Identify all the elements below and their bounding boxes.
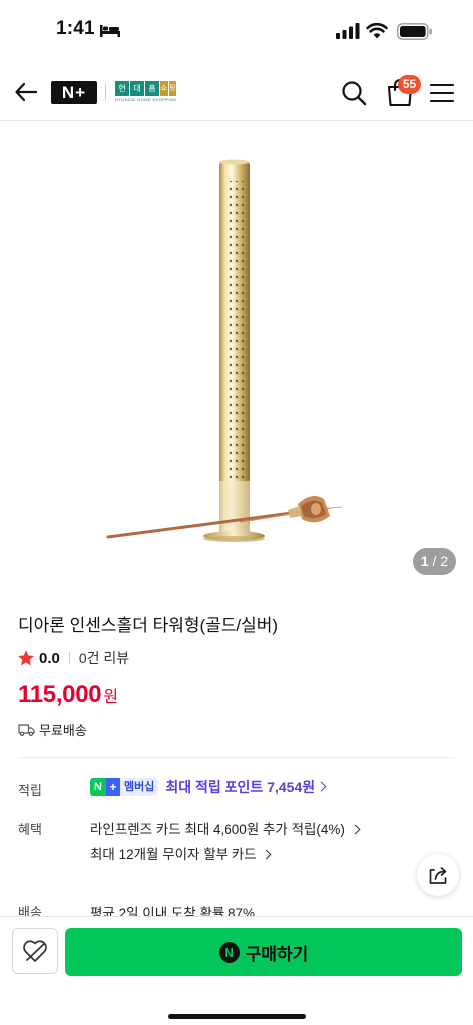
share-icon [429,867,447,884]
current-image-index: 1 [420,553,429,569]
benefits-label: 혜택 [18,822,42,837]
chevron-right-icon [350,824,361,835]
back-arrow-icon[interactable] [12,78,40,106]
badge-n: N [90,778,106,796]
installment-benefit[interactable]: 최대 12개월 무이자 할부 카드 [90,843,272,863]
logo-char: 쇼 [160,81,168,96]
chevron-right-icon [316,781,327,791]
rating-divider [68,652,70,664]
product-image[interactable] [0,121,473,586]
star-icon [18,650,34,666]
logo-char: 핑 [168,81,176,96]
shipping-info: 무료배송 [18,720,87,739]
cart-count-badge: 55 [398,75,421,94]
total-images: 2 [440,553,449,569]
logo-divider [105,84,106,100]
price-unit: 원 [103,689,119,706]
rating-score: 0.0 [39,649,60,667]
logo-char: 홈 [145,81,160,96]
naver-membership-badge: N + 멤버십 [90,778,159,796]
home-indicator [168,1014,306,1019]
image-page-indicator: 1 / 2 [413,548,456,575]
logo-char: 현 [115,81,130,96]
card-points-benefit[interactable]: 라인프렌즈 카드 최대 4,600원 추가 적립(4%) [90,818,361,838]
badge-plus: + [106,778,120,796]
shipping-text: 무료배송 [39,723,87,738]
truck-icon [18,724,35,736]
points-label: 적립 [18,783,42,798]
card-points-text: 라인프렌즈 카드 최대 4,600원 추가 적립(4%) [90,822,345,837]
image-index-separator: / [432,553,437,569]
hamburger-menu-icon[interactable] [429,81,455,105]
max-points-text: 최대 적립 포인트 7,454원 [165,779,316,795]
price-value: 115,000 [18,681,102,708]
status-time: 1:41 [56,18,95,39]
battery-icon [397,23,432,40]
naver-n-icon: N [218,941,240,963]
rating-row[interactable]: 0.0 0건 리뷰 [17,648,129,668]
hyundai-home-shopping-logo[interactable]: 현 대 홈 쇼 핑 HYUNDAI HOME SHOPPING [115,81,177,103]
review-count-link[interactable]: 0건 리뷰 [79,648,129,668]
cellular-signal-icon [336,23,360,39]
wishlist-button[interactable] [12,928,58,974]
buy-button[interactable]: N 구매하기 [65,928,462,976]
buy-button-label: 구매하기 [245,944,309,964]
section-divider [18,757,455,758]
search-icon[interactable] [340,79,368,107]
purchase-bar: N 구매하기 [0,916,473,1025]
heart-icon [23,940,47,962]
logo-subtext: HYUNDAI HOME SHOPPING [115,97,177,102]
naver-plus-logo[interactable]: N+ [51,81,97,104]
badge-membership-text: 멤버십 [120,778,159,796]
price: 115,000 원 [18,681,118,709]
status-bar: 1:41 [0,0,473,62]
share-button[interactable] [417,854,459,896]
logo-char: 대 [130,81,145,96]
points-row[interactable]: N + 멤버십 최대 적립 포인트 7,454원 [90,777,327,797]
wifi-icon [366,22,388,39]
chevron-right-icon [261,849,272,860]
incense-holder-tower [203,159,265,542]
sleep-focus-icon [100,25,120,37]
product-title: 디아론 인센스홀더 타워형(골드/실버) [18,616,279,635]
installment-text: 최대 12개월 무이자 할부 카드 [90,847,257,862]
incense-cone [288,495,330,523]
